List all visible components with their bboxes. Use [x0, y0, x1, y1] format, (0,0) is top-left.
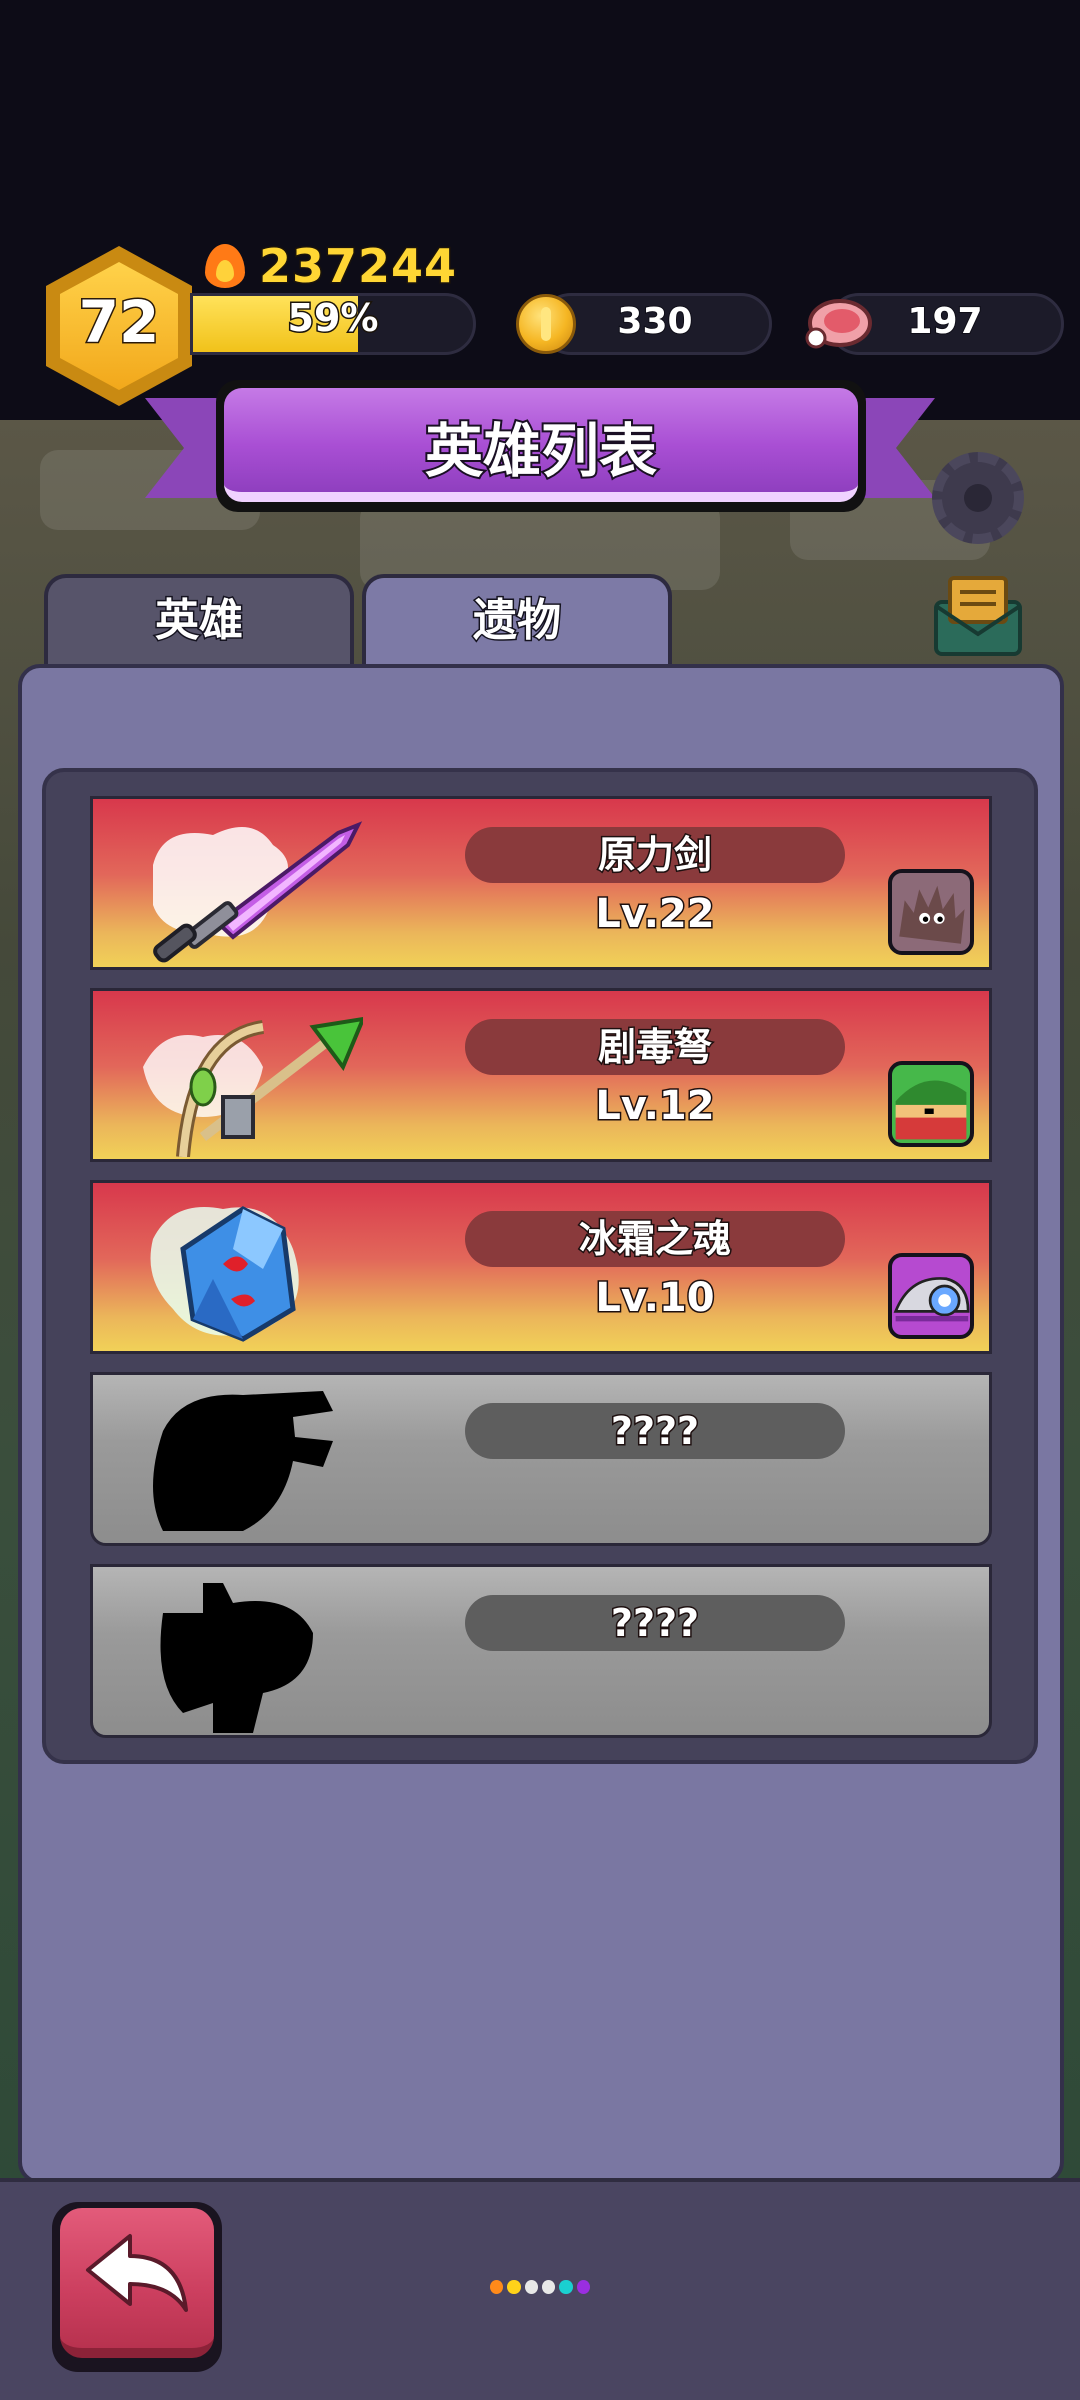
page-dot	[490, 2280, 504, 2294]
ice-crystal-icon	[150, 1206, 299, 1342]
back-arrow-icon	[86, 2234, 188, 2312]
tab-relics[interactable]: 遗物	[362, 574, 672, 666]
page-title: 英雄列表	[423, 415, 659, 487]
page-dot	[524, 2280, 538, 2294]
page-dot	[576, 2280, 590, 2294]
gear-icon[interactable]	[932, 452, 1024, 544]
relic-name: 剧毒弩	[465, 1019, 845, 1075]
relic-name: ????	[465, 1403, 845, 1459]
power-display: 237244	[205, 238, 458, 295]
coin-amount: 330	[616, 300, 693, 343]
relic-card-poison-crossbow[interactable]: 剧毒弩 Lv.12	[90, 988, 992, 1162]
page-dot	[507, 2280, 521, 2294]
relic-name: 原力剑	[465, 827, 845, 883]
back-button-face[interactable]	[60, 2208, 214, 2358]
player-level: 72	[77, 287, 161, 358]
tab-heroes[interactable]: 英雄	[44, 574, 354, 666]
locked-silhouette-icon	[153, 1391, 333, 1531]
mail-icon[interactable]	[930, 572, 1026, 658]
meat-amount: 197	[906, 300, 983, 343]
xp-percent: 59%	[286, 295, 380, 342]
page-indicator	[490, 2280, 590, 2300]
power-value: 237244	[257, 238, 458, 295]
page-dot	[559, 2280, 573, 2294]
relic-card-force-sword[interactable]: 原力剑 Lv.22	[90, 796, 992, 970]
robot-portrait-icon	[888, 1253, 974, 1339]
furry-monster-portrait-icon	[888, 869, 974, 955]
relic-name: ????	[465, 1595, 845, 1651]
relic-card-locked[interactable]: ????	[90, 1564, 992, 1738]
page-dot	[541, 2280, 556, 2294]
green-hood-portrait-icon	[888, 1061, 974, 1147]
relic-level: Lv.12	[594, 1082, 716, 1131]
flame-icon	[205, 244, 245, 288]
coin-icon	[516, 294, 576, 354]
meat-icon	[805, 299, 872, 349]
relic-card-frost-soul[interactable]: 冰霜之魂 Lv.10	[90, 1180, 992, 1354]
purple-sword-icon	[153, 821, 363, 963]
crossbow-icon	[143, 1016, 363, 1157]
relic-level: Lv.22	[594, 890, 716, 939]
relic-level: Lv.10	[594, 1274, 716, 1323]
relic-card-locked[interactable]: ????	[90, 1372, 992, 1546]
locked-silhouette-icon	[160, 1583, 313, 1733]
relic-name: 冰霜之魂	[465, 1211, 845, 1267]
